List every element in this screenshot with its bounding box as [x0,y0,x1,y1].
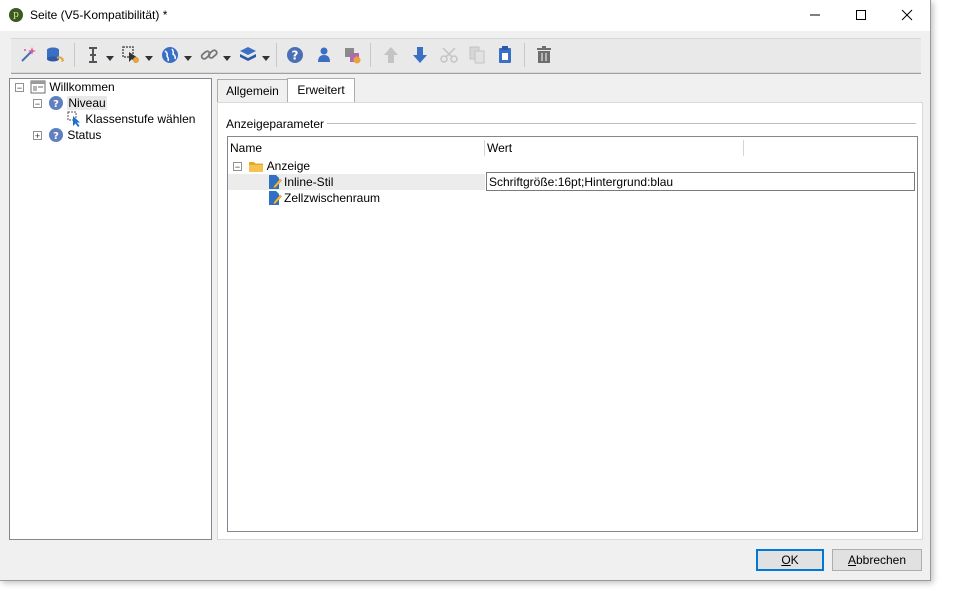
ok-button[interactable]: OK [756,549,824,571]
add-shape-icon[interactable] [341,44,363,66]
structure-tree: − Willkommen − ? Niveau Klassenstufe wäh… [9,78,212,540]
property-name: Zellzwischenraum [284,191,381,205]
tree-item-label: Status [67,128,102,142]
globe-icon[interactable] [159,44,181,66]
button-label: K [790,553,799,567]
folder-row-anzeige[interactable]: Anzeige [248,158,310,174]
cancel-button[interactable]: Abbrechen [832,549,922,571]
toolbar-separator [370,43,371,67]
chevron-down-icon[interactable] [223,51,231,61]
folder-label: Anzeige [266,159,311,173]
tree-item-klassenstufe[interactable]: Klassenstufe wählen [66,111,195,127]
column-header-name[interactable]: Name [228,137,485,158]
collapse-toggle[interactable]: − [33,99,42,109]
paste-icon[interactable] [494,44,516,66]
chevron-down-icon[interactable] [145,51,153,61]
mnemonic-letter: O [781,553,791,567]
group-title: Anzeigeparameter [226,117,328,131]
property-icon [269,175,282,189]
tree-item-label: Willkommen [49,80,115,94]
database-icon[interactable] [44,44,66,66]
toolbar-separator [524,43,525,67]
magic-wand-icon[interactable] [17,44,39,66]
expand-toggle[interactable]: + [33,131,42,141]
property-value-field[interactable]: Schriftgröße:16pt;Hintergrund:blau [486,172,915,191]
table-row[interactable]: Zellzwischenraum [228,190,485,206]
chevron-down-icon[interactable] [262,51,270,61]
svg-text:?: ? [53,99,59,110]
question-icon: ? [49,96,63,110]
mnemonic-letter: A [847,553,856,567]
delete-icon[interactable] [533,44,555,66]
cursor-select-icon [67,111,80,127]
user-icon[interactable] [313,44,335,66]
collapse-toggle[interactable]: − [233,162,242,172]
tree-item-willkommen[interactable]: Willkommen [30,79,115,95]
parameter-grid: Name Wert − Anzeige Inline-Stil Schriftg… [227,136,918,532]
property-name: Inline-Stil [284,175,334,189]
title-bar: p Seite (V5-Kompatibilität) * [0,0,930,31]
close-button[interactable] [884,0,930,31]
tab-general[interactable]: Allgemein [217,79,288,102]
chevron-down-icon[interactable] [184,51,192,61]
window-title: Seite (V5-Kompatibilität) * [30,8,168,22]
group-divider [326,123,916,124]
arrow-up-icon [380,44,402,66]
property-icon [269,191,282,205]
svg-text:?: ? [292,49,299,63]
chevron-down-icon[interactable] [106,51,114,61]
divider [11,73,921,74]
page-layout-icon [30,80,46,94]
cursor-text-icon[interactable] [82,44,104,66]
button-label: bbrechen [855,553,907,567]
tree-item-status[interactable]: ? Status [48,127,101,143]
toolbar-separator [276,43,277,67]
tree-item-label: Klassenstufe wählen [85,112,196,126]
toolbar: ? [11,38,921,73]
tree-item-niveau[interactable]: ? Niveau [48,95,107,111]
svg-text:?: ? [53,131,59,142]
toolbar-separator [74,43,75,67]
dialog-window: p Seite (V5-Kompatibilität) * ? − Willko… [0,0,931,581]
tab-advanced[interactable]: Erweitert [287,78,355,103]
help-icon[interactable]: ? [284,44,306,66]
element-icon[interactable] [120,44,142,66]
column-header-value[interactable]: Wert [485,137,743,158]
cut-icon [438,44,460,66]
maximize-button[interactable] [838,0,884,31]
arrow-down-icon[interactable] [409,44,431,66]
link-icon[interactable] [198,44,220,66]
question-icon: ? [49,128,63,142]
stack-icon[interactable] [237,44,259,66]
column-separator [743,140,744,156]
folder-icon [249,162,263,172]
table-row[interactable]: Inline-Stil [228,174,485,190]
tree-item-label: Niveau [67,96,107,110]
copy-icon [466,44,488,66]
collapse-toggle[interactable]: − [15,83,24,93]
app-icon: p [9,8,23,22]
minimize-button[interactable] [792,0,838,31]
